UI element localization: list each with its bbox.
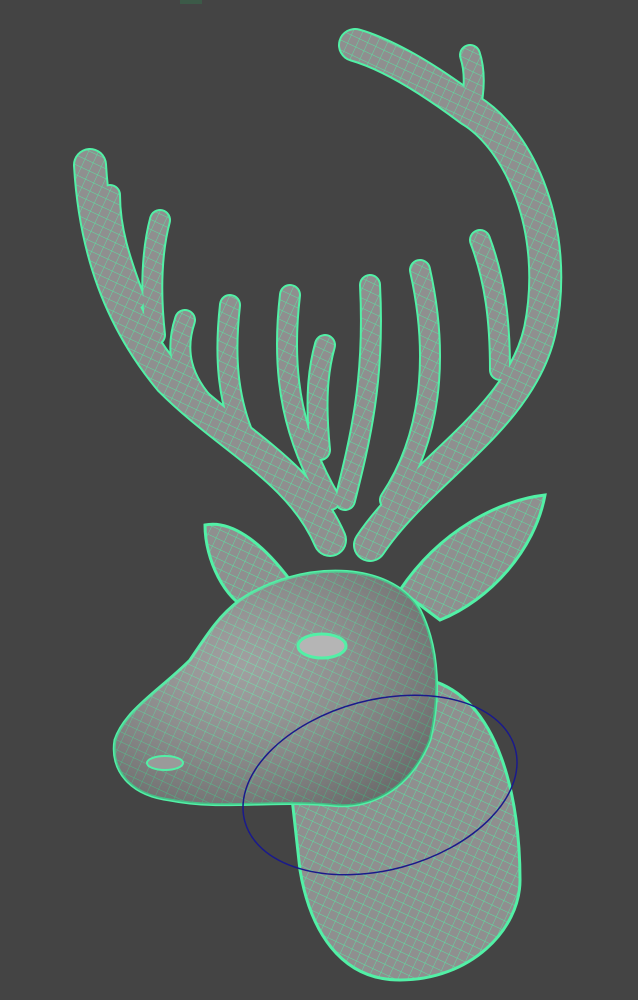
eye [296, 632, 348, 660]
deer-head-model[interactable] [0, 0, 638, 1000]
antlers [73, 28, 563, 562]
right-ear [397, 493, 547, 622]
3d-viewport[interactable] [0, 0, 638, 1000]
nostril [146, 755, 184, 771]
view-cube-icon[interactable] [180, 0, 202, 4]
